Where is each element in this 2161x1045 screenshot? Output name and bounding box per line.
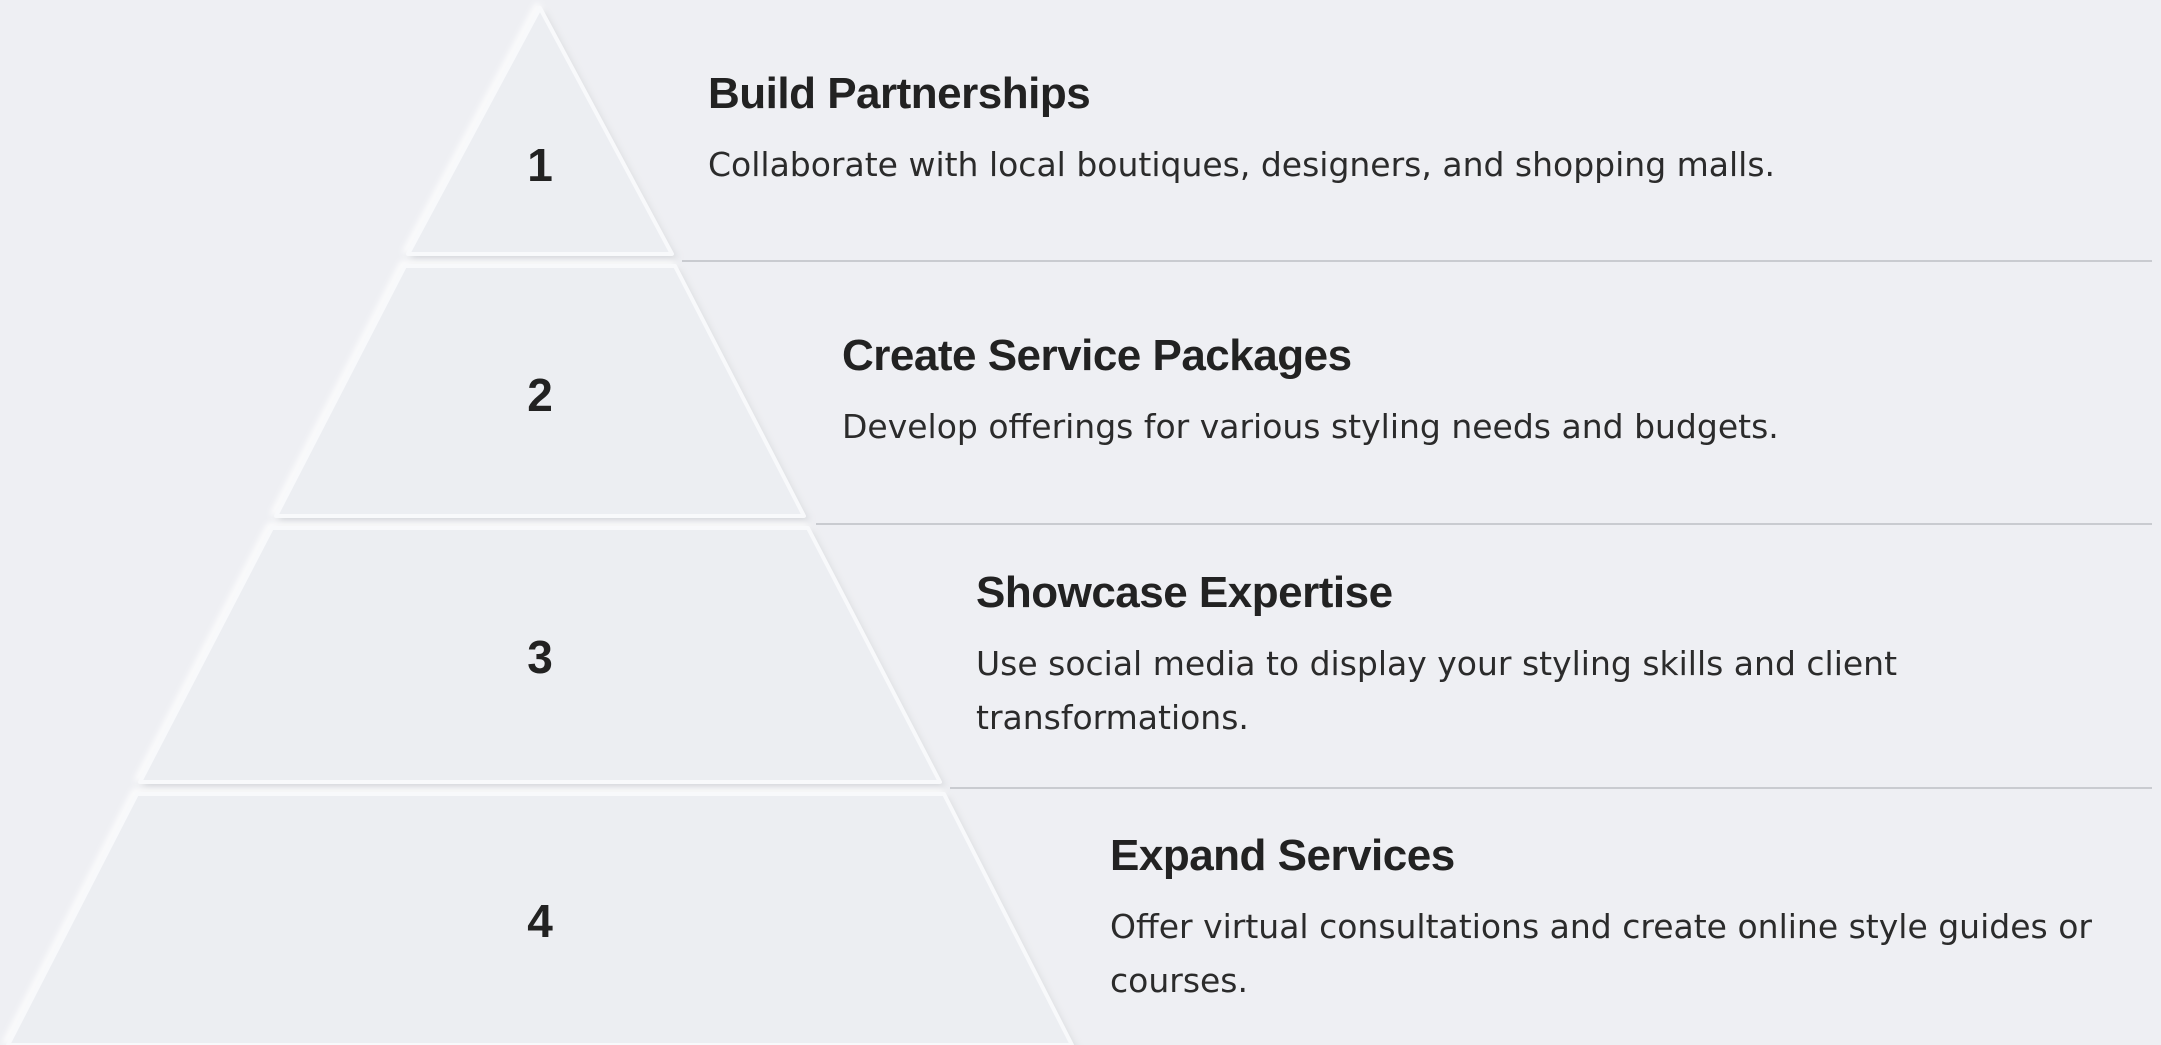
- step-1-description: Collaborate with local boutiques, design…: [708, 145, 1776, 185]
- step-1-title: Build Partnerships: [708, 69, 1091, 118]
- divider-2: [816, 523, 2152, 525]
- step-3-description: Use social media to display your styling…: [976, 644, 1898, 738]
- step-3: Showcase Expertise Use social media to d…: [976, 568, 2016, 745]
- divider-1: [682, 260, 2152, 262]
- tier-3-number: 3: [527, 631, 553, 683]
- tier-1-number: 1: [527, 139, 553, 191]
- pyramid-diagram: 1 2 3 4 Build Partnerships Collaborate w…: [0, 0, 2161, 1045]
- tier-2-number: 2: [527, 369, 553, 421]
- step-2-title: Create Service Packages: [842, 331, 1352, 380]
- tier-4-number: 4: [527, 895, 553, 947]
- step-4-title: Expand Services: [1110, 831, 1455, 880]
- step-2: Create Service Packages Develop offering…: [842, 331, 2132, 454]
- tier-1-shape: [406, 6, 674, 256]
- step-4: Expand Services Offer virtual consultati…: [1110, 831, 2140, 1008]
- divider-3: [950, 787, 2152, 789]
- step-2-description: Develop offerings for various styling ne…: [842, 407, 1779, 447]
- step-1: Build Partnerships Collaborate with loca…: [708, 69, 2128, 192]
- step-3-title: Showcase Expertise: [976, 568, 1393, 617]
- step-4-description: Offer virtual consultations and create o…: [1110, 907, 2092, 1001]
